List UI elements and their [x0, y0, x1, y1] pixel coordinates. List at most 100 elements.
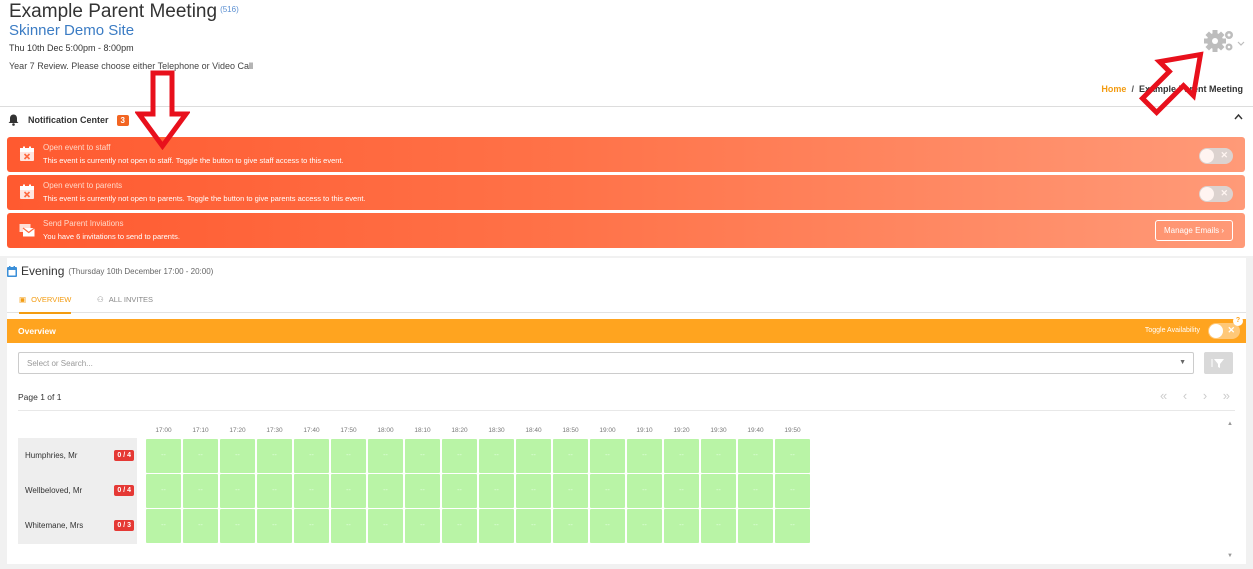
tab-all-invites[interactable]: ⚇ ALL INVITES — [97, 295, 153, 304]
schedule-grid: 17:00 17:10 17:20 17:30 17:40 17:50 18:00 18:10… — [18, 421, 1235, 559]
time-slot[interactable]: -- — [368, 474, 403, 508]
time-slot[interactable]: -- — [664, 474, 699, 508]
open-to-parents-toggle[interactable]: ✕ — [1199, 186, 1233, 202]
event-id: (516) — [220, 5, 239, 14]
time-slot[interactable]: -- — [701, 439, 736, 473]
staff-row-label[interactable]: Wellbeloved, Mr 0 / 4 — [18, 473, 137, 508]
time-slot[interactable]: -- — [183, 474, 218, 508]
time-slot[interactable]: -- — [146, 509, 181, 543]
time-slot[interactable]: -- — [183, 439, 218, 473]
time-header: 18:00 — [377, 427, 394, 434]
time-slot[interactable]: -- — [479, 474, 514, 508]
time-slot[interactable]: -- — [738, 509, 773, 543]
time-slot[interactable]: -- — [590, 439, 625, 473]
time-header: 19:00 — [599, 427, 616, 434]
toggle-knob — [1200, 187, 1214, 201]
notification-message: You have 6 invitations to send to parent… — [43, 232, 180, 241]
search-select[interactable]: Select or Search... ▼ — [18, 352, 1194, 374]
tab-all-invites-label: ALL INVITES — [108, 295, 154, 304]
time-slot[interactable]: -- — [368, 509, 403, 543]
time-slot[interactable]: -- — [627, 474, 662, 508]
toggle-off-icon: ✕ — [1220, 188, 1228, 198]
time-slot[interactable]: -- — [516, 474, 551, 508]
time-slot[interactable]: -- — [738, 474, 773, 508]
toggle-off-icon: ✕ — [1227, 325, 1235, 335]
time-slot[interactable]: -- — [331, 474, 366, 508]
vertical-scrollbar[interactable]: ▲ ▼ — [1225, 421, 1235, 559]
scroll-up-icon[interactable]: ▲ — [1227, 421, 1233, 427]
time-slot[interactable]: -- — [220, 509, 255, 543]
evening-header: Evening (Thursday 10th December 17:00 - … — [7, 264, 213, 278]
filter-button[interactable] — [1204, 352, 1233, 374]
time-slot[interactable]: -- — [701, 474, 736, 508]
staff-row-label[interactable]: Humphries, Mr 0 / 4 — [18, 438, 137, 473]
time-slot[interactable]: -- — [553, 509, 588, 543]
time-slot[interactable]: -- — [405, 439, 440, 473]
event-description: Year 7 Review. Please choose either Tele… — [9, 61, 253, 71]
help-icon[interactable]: ? — [1233, 316, 1243, 326]
staff-row-label[interactable]: Whitemane, Mrs 0 / 3 — [18, 508, 137, 543]
time-header: 19:50 — [784, 427, 801, 434]
bell-icon — [8, 114, 19, 126]
staff-name: Wellbeloved, Mr — [25, 486, 83, 495]
calendar-icon — [7, 265, 17, 277]
time-slot[interactable]: -- — [183, 509, 218, 543]
time-slot[interactable]: -- — [664, 509, 699, 543]
manage-emails-button[interactable]: Manage Emails › — [1154, 220, 1233, 241]
toggle-knob — [1200, 149, 1214, 163]
time-slot[interactable]: -- — [664, 439, 699, 473]
time-slot[interactable]: -- — [553, 474, 588, 508]
time-header: 19:10 — [636, 427, 653, 434]
time-slot[interactable]: -- — [442, 439, 477, 473]
time-slot[interactable]: -- — [590, 509, 625, 543]
time-slot[interactable]: -- — [146, 474, 181, 508]
toggle-knob — [1209, 324, 1223, 338]
time-slot[interactable]: -- — [368, 439, 403, 473]
time-slot[interactable]: -- — [257, 509, 292, 543]
time-header: 17:50 — [340, 427, 357, 434]
time-slot[interactable]: -- — [294, 474, 329, 508]
time-slot[interactable]: -- — [775, 509, 810, 543]
time-slot[interactable]: -- — [257, 439, 292, 473]
open-to-staff-toggle[interactable]: ✕ — [1199, 148, 1233, 164]
overview-bar: Overview Toggle Availability ✕ ? — [7, 316, 1246, 343]
time-slot[interactable]: -- — [479, 439, 514, 473]
time-slot[interactable]: -- — [738, 439, 773, 473]
time-slot[interactable]: -- — [220, 474, 255, 508]
time-slot[interactable]: -- — [405, 509, 440, 543]
page-title: Example Parent Meeting (516) — [9, 1, 239, 23]
time-slot[interactable]: -- — [775, 474, 810, 508]
breadcrumb-home[interactable]: Home — [1101, 84, 1126, 94]
scroll-down-icon[interactable]: ▼ — [1227, 553, 1233, 559]
time-slot[interactable]: -- — [257, 474, 292, 508]
site-name[interactable]: Skinner Demo Site — [9, 22, 134, 39]
notification-open-to-staff: Open event to staff This event is curren… — [7, 137, 1245, 172]
time-header: 19:30 — [710, 427, 727, 434]
divider — [18, 410, 1235, 411]
time-slot[interactable]: -- — [442, 474, 477, 508]
tab-overview[interactable]: ▣ OVERVIEW — [19, 295, 72, 314]
time-slot[interactable]: -- — [146, 439, 181, 473]
time-slot[interactable]: -- — [590, 474, 625, 508]
time-slot[interactable]: -- — [553, 439, 588, 473]
time-slot[interactable]: -- — [516, 439, 551, 473]
time-slot[interactable]: -- — [701, 509, 736, 543]
time-slot[interactable]: -- — [294, 509, 329, 543]
time-slot[interactable]: -- — [294, 439, 329, 473]
time-slot[interactable]: -- — [627, 439, 662, 473]
time-slot[interactable]: -- — [627, 509, 662, 543]
time-slot[interactable]: -- — [479, 509, 514, 543]
time-slot[interactable]: -- — [405, 474, 440, 508]
time-slot[interactable]: -- — [220, 439, 255, 473]
time-slot[interactable]: -- — [331, 439, 366, 473]
notification-center-header[interactable]: Notification Center 3 — [8, 113, 129, 127]
appointment-count-badge: 0 / 4 — [114, 450, 134, 461]
search-placeholder: Select or Search... — [27, 359, 93, 368]
time-slot[interactable]: -- — [775, 439, 810, 473]
pagination-controls[interactable]: « ‹ › » — [1160, 388, 1236, 403]
chevron-up-icon[interactable] — [1234, 113, 1243, 121]
notification-title: Send Parent Inviations — [43, 219, 124, 228]
time-slot[interactable]: -- — [516, 509, 551, 543]
time-slot[interactable]: -- — [442, 509, 477, 543]
time-slot[interactable]: -- — [331, 509, 366, 543]
